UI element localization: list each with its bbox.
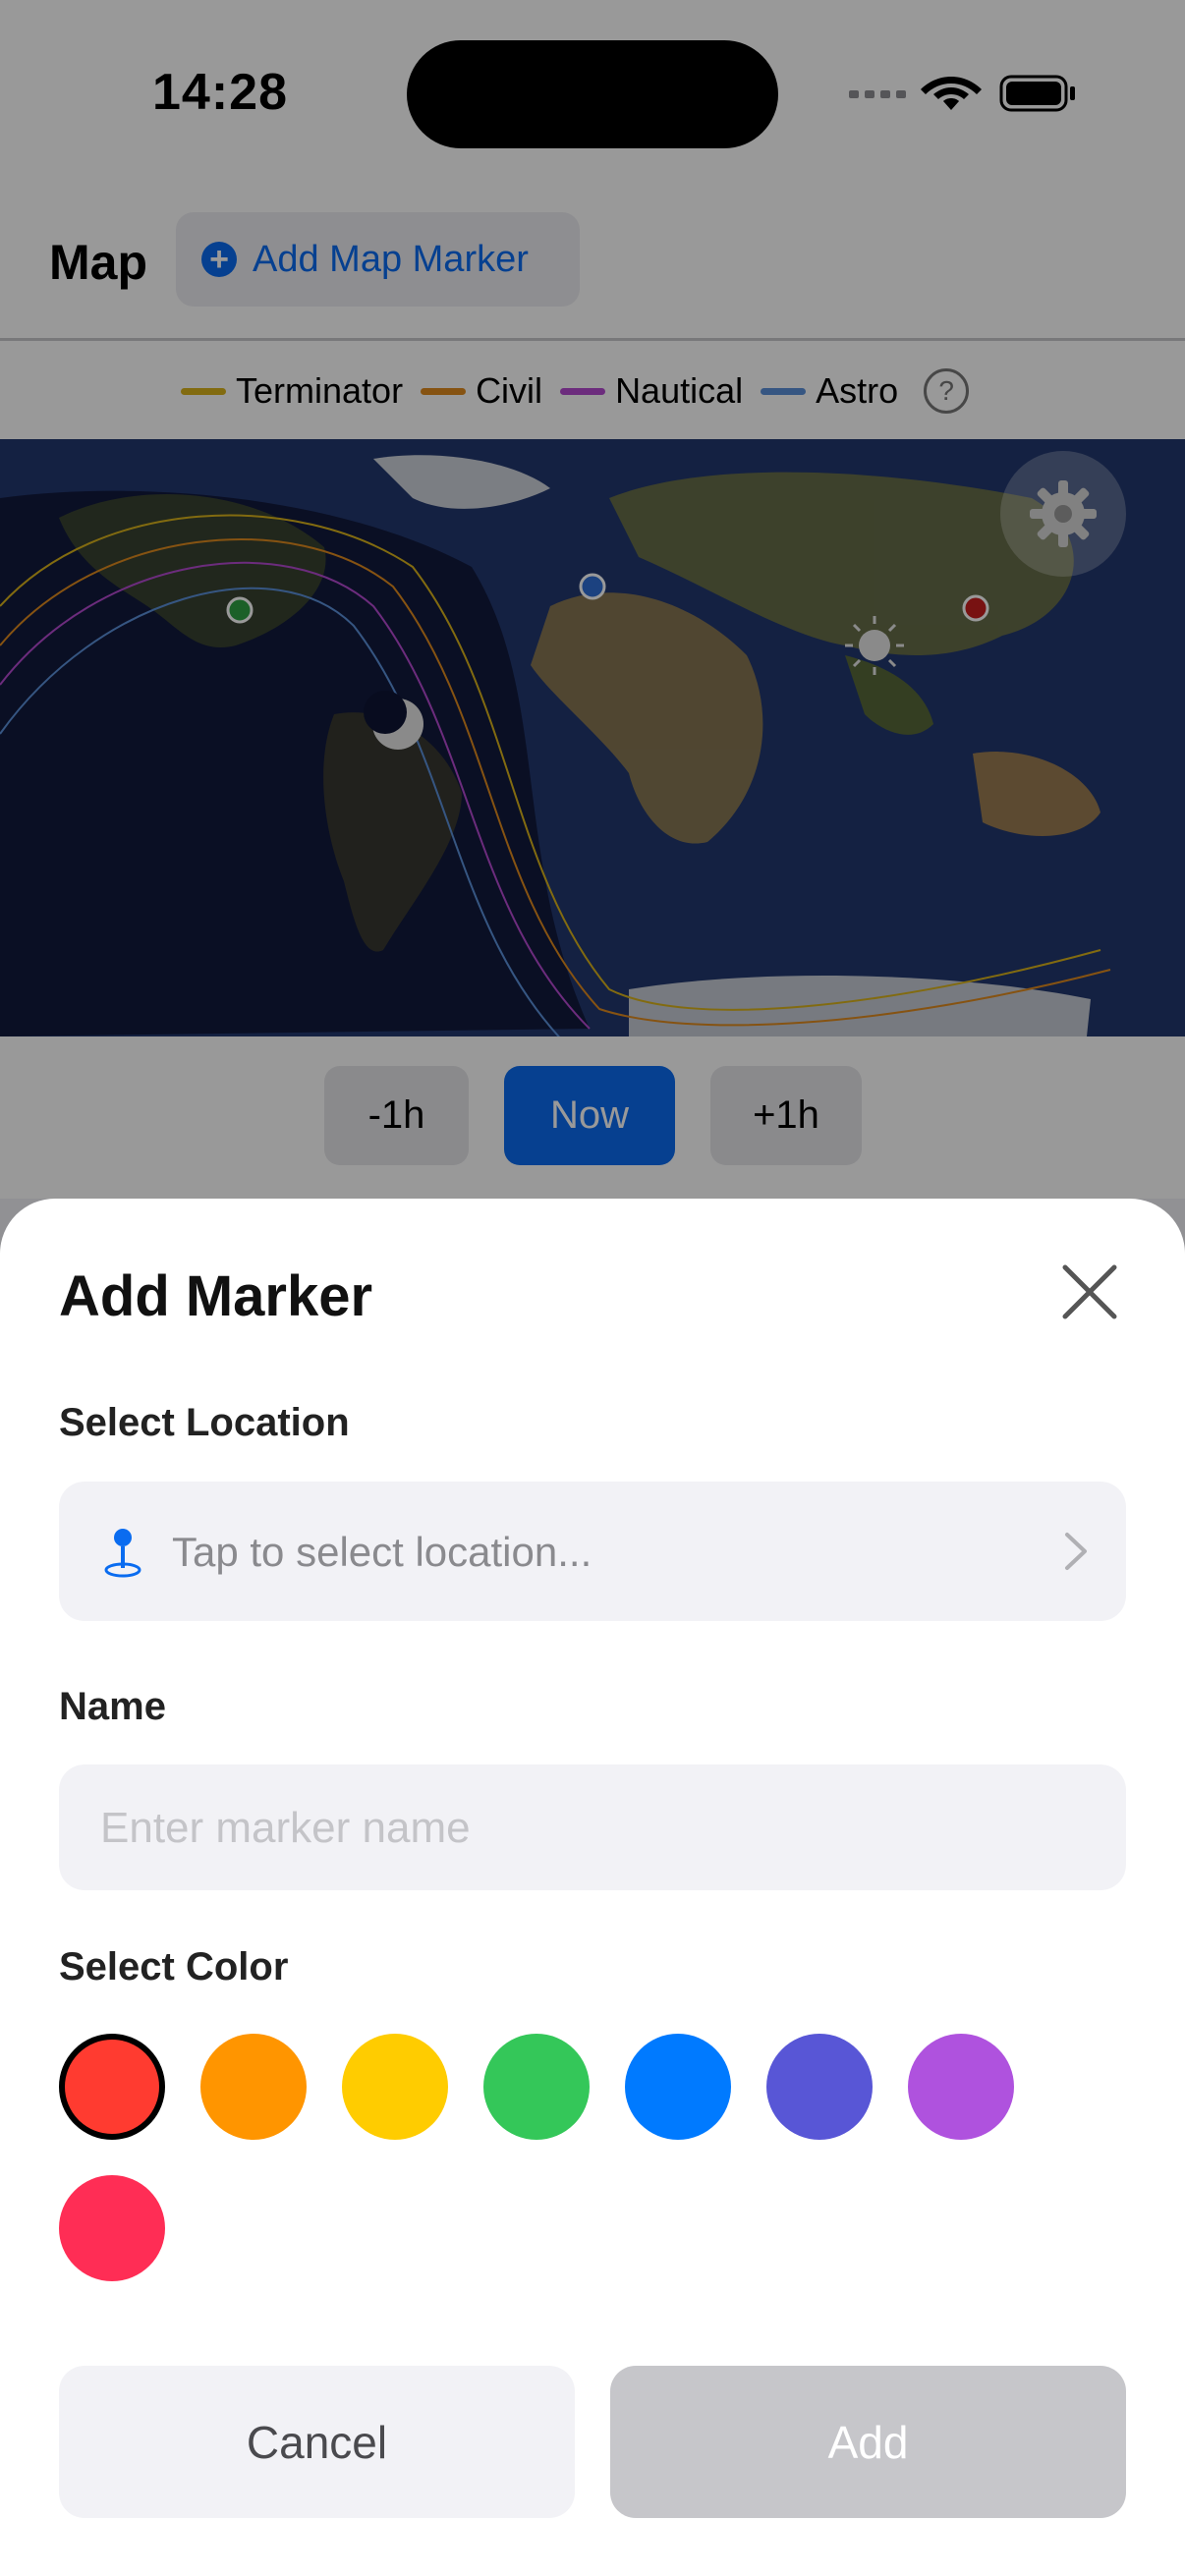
location-placeholder: Tap to select location...: [172, 1529, 592, 1575]
add-marker-sheet: Add Marker Select Location Tap to select…: [0, 1199, 1185, 2576]
chevron-right-icon: [1065, 1533, 1087, 1570]
name-placeholder: Enter marker name: [100, 1804, 471, 1852]
location-pin-icon: [104, 1529, 141, 1578]
location-picker[interactable]: Tap to select location...: [59, 1482, 1126, 1621]
select-location-label: Select Location: [59, 1401, 350, 1444]
color-swatch-pink[interactable]: [59, 2175, 165, 2281]
color-swatch-orange[interactable]: [200, 2034, 307, 2140]
marker-name-input[interactable]: Enter marker name: [59, 1764, 1126, 1890]
select-color-label: Select Color: [59, 1945, 289, 1988]
color-swatch-red-selected[interactable]: [59, 2034, 165, 2140]
color-swatch-green[interactable]: [483, 2034, 590, 2140]
sheet-title: Add Marker: [59, 1264, 373, 1328]
close-icon[interactable]: [1055, 1258, 1124, 1326]
color-swatch-blue[interactable]: [625, 2034, 731, 2140]
name-label: Name: [59, 1685, 166, 1728]
color-swatch-yellow[interactable]: [342, 2034, 448, 2140]
color-swatch-purple[interactable]: [908, 2034, 1014, 2140]
color-swatch-indigo[interactable]: [766, 2034, 873, 2140]
cancel-button[interactable]: Cancel: [59, 2366, 575, 2518]
add-button[interactable]: Add: [610, 2366, 1126, 2518]
